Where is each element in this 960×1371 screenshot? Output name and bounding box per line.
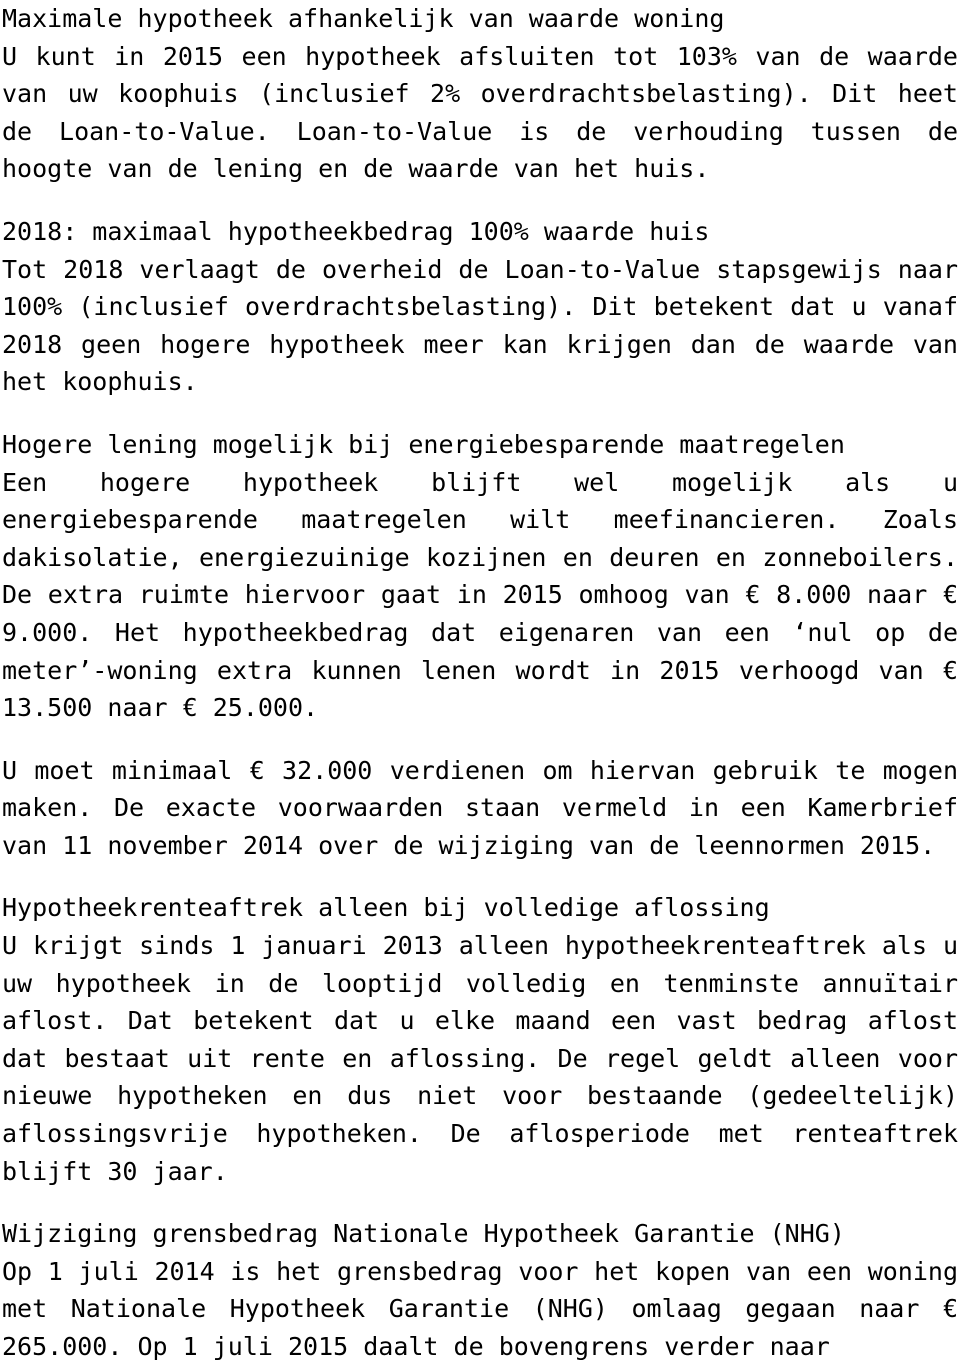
section-paragraph: U moet minimaal € 32.000 verdienen om hi…	[2, 755, 958, 860]
section-paragraph: Op 1 juli 2014 is het grensbedrag voor h…	[2, 1256, 958, 1361]
section-minimaal-inkomen: U moet minimaal € 32.000 verdienen om hi…	[2, 752, 958, 865]
section-heading: Hypotheekrenteaftrek alleen bij volledig…	[2, 893, 770, 923]
section-heading: Maximale hypotheek afhankelijk van waard…	[2, 4, 725, 33]
section-heading: Hogere lening mogelijk bij energiebespar…	[2, 429, 845, 459]
section-paragraph: U krijgt sinds 1 januari 2013 alleen hyp…	[2, 931, 958, 1186]
section-loan-to-value: Maximale hypotheek afhankelijk van waard…	[2, 0, 958, 188]
section-paragraph: U kunt in 2015 een hypotheek afsluiten t…	[2, 41, 958, 184]
section-hypotheekrenteaftrek: Hypotheekrenteaftrek alleen bij volledig…	[2, 889, 958, 1190]
section-heading: 2018: maximaal hypotheekbedrag 100% waar…	[2, 216, 710, 246]
section-paragraph: Een hogere hypotheek blijft wel mogelijk…	[2, 467, 958, 723]
section-heading: Wijziging grensbedrag Nationale Hypothee…	[2, 1219, 845, 1249]
section-energiebesparende-maatregelen: Hogere lening mogelijk bij energiebespar…	[2, 426, 958, 727]
section-2018-maximaal: 2018: maximaal hypotheekbedrag 100% waar…	[2, 213, 958, 401]
document-body: Maximale hypotheek afhankelijk van waard…	[0, 0, 960, 1366]
section-nhg-grensbedrag: Wijziging grensbedrag Nationale Hypothee…	[2, 1215, 958, 1365]
section-paragraph: Tot 2018 verlaagt de overheid de Loan-to…	[2, 254, 958, 397]
